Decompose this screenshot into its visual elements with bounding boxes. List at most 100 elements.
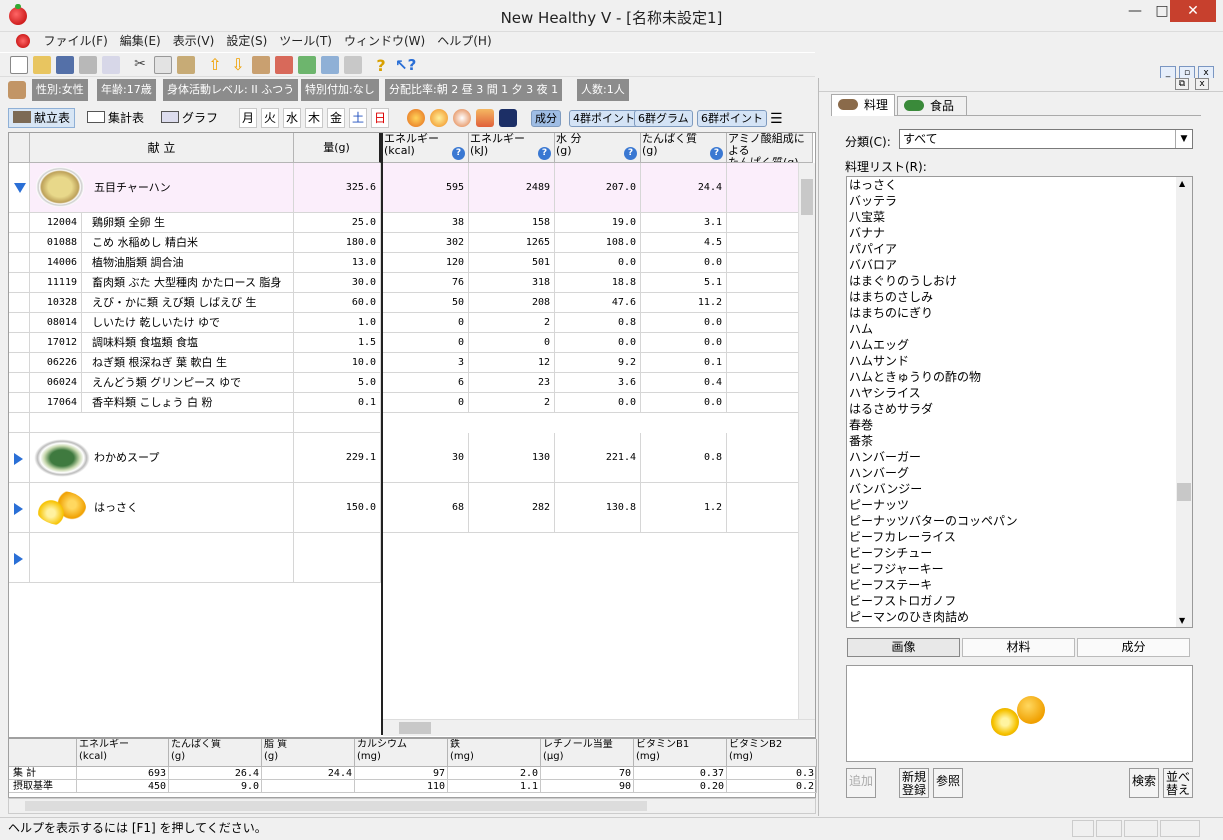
ingredient-nutrient-value[interactable]: 19.0 [555, 213, 641, 233]
context-help-icon[interactable]: ↖? [395, 56, 416, 74]
pill-6group-point[interactable]: 6群ポイント [697, 110, 767, 127]
copy-icon[interactable] [154, 56, 172, 74]
question-icon[interactable]: ? [538, 147, 551, 160]
ingredient-nutrient-value[interactable]: 0.4 [641, 373, 727, 393]
dish-nutrient-value[interactable]: 207.0 [555, 163, 641, 213]
dish-list-item[interactable]: ハヤシライス [847, 385, 1192, 401]
dish-list-item[interactable]: ハムときゅうりの酢の物 [847, 369, 1192, 385]
category-select[interactable]: すべて ▼ [899, 129, 1193, 149]
col-nutrient[interactable]: 水 分 (g)? [555, 133, 641, 163]
ingredient-nutrient-value[interactable]: 4.5 [641, 233, 727, 253]
ingredient-nutrient-value[interactable]: 0.8 [555, 313, 641, 333]
dish-list-item[interactable]: ピーナッツバターのコッペパン [847, 513, 1192, 529]
person-icon[interactable] [252, 56, 270, 74]
dish-list-item[interactable]: ババロア [847, 257, 1192, 273]
col-nutrient[interactable]: アミノ酸組成による たんぱく質(g) [727, 133, 813, 163]
scroll-up-icon[interactable]: ▲ [1179, 179, 1185, 188]
ingredient-nutrient-value[interactable]: 0.1 [641, 353, 727, 373]
row-arrow-cell[interactable] [9, 483, 30, 533]
dish-list-item[interactable]: ピーナッツ [847, 497, 1192, 513]
sort-button[interactable]: 並べ 替え [1163, 768, 1193, 798]
dish-nutrient-value[interactable]: 2489 [469, 163, 555, 213]
ingredient-code[interactable]: 17012 [30, 333, 82, 353]
pill-6group-gram[interactable]: 6群グラム [634, 110, 693, 127]
chevron-down-icon[interactable]: ▼ [1175, 130, 1192, 148]
list-view-icon[interactable]: ☰ [770, 111, 783, 127]
ingredient-code[interactable]: 17064 [30, 393, 82, 413]
new-dish-cell[interactable] [30, 533, 294, 583]
col-menu[interactable]: 献 立 [30, 133, 294, 163]
ingredient-amount[interactable]: 60.0 [294, 293, 381, 313]
question-icon[interactable]: ? [710, 147, 723, 160]
info-age[interactable]: 年齢:17歳 [97, 79, 156, 101]
ingredient-amount[interactable]: 180.0 [294, 233, 381, 253]
ingredient-amount[interactable]: 30.0 [294, 273, 381, 293]
ingredient-code[interactable]: 11119 [30, 273, 82, 293]
print-icon[interactable] [79, 56, 97, 74]
collapsed-arrow-icon[interactable] [14, 453, 23, 465]
ingredient-nutrient-value[interactable]: 0 [383, 313, 469, 333]
ingredient-nutrient-value[interactable]: 9.2 [555, 353, 641, 373]
menu-table-tab[interactable]: 献立表 [8, 108, 76, 128]
info-sex[interactable]: 性別:女性 [32, 79, 88, 101]
calc-icon[interactable] [344, 56, 362, 74]
ingredient-code[interactable]: 12004 [30, 213, 82, 233]
print-preview-icon[interactable] [102, 56, 120, 74]
col-nutrient[interactable]: エネルギー (kcal)? [383, 133, 469, 163]
summary-col-header[interactable]: エネルギー (kcal) [77, 739, 169, 767]
ingredient-name[interactable]: 畜肉類 ぶた 大型種肉 かたロース 脂身 [82, 273, 294, 293]
ingredient-nutrient-value[interactable]: 3 [383, 353, 469, 373]
snack-icon[interactable] [453, 109, 471, 127]
ingredient-code[interactable]: 10328 [30, 293, 82, 313]
ingredient-nutrient-value[interactable]: 318 [469, 273, 555, 293]
question-icon[interactable]: ? [452, 147, 465, 160]
summary-col-header[interactable]: レチノール当量 (μg) [541, 739, 634, 767]
ingredient-nutrient-value[interactable]: 3.6 [555, 373, 641, 393]
ingredient-nutrient-value[interactable]: 108.0 [555, 233, 641, 253]
save-icon[interactable] [56, 56, 74, 74]
ingredient-code[interactable]: 08014 [30, 313, 82, 333]
ingredient-nutrient-value[interactable]: 2 [469, 313, 555, 333]
hscroll-thumb[interactable] [399, 722, 431, 734]
day-sun[interactable]: 日 [371, 108, 389, 128]
summary-col-header[interactable]: 鉄 (mg) [448, 739, 541, 767]
dish-list-item[interactable]: ビーフステーキ [847, 577, 1192, 593]
new-file-icon[interactable] [10, 56, 28, 74]
summary-col-header[interactable]: 脂 質 (g) [262, 739, 355, 767]
new-register-button[interactable]: 新規 登録 [899, 768, 929, 798]
ingredient-amount[interactable]: 25.0 [294, 213, 381, 233]
ingredient-name[interactable]: ねぎ類 根深ねぎ 葉 軟白 生 [82, 353, 294, 373]
ingredient-nutrient-value[interactable]: 5.1 [641, 273, 727, 293]
graph-tab[interactable]: グラフ [156, 108, 223, 128]
ingredient-code[interactable]: 14006 [30, 253, 82, 273]
dish-list-item[interactable]: はっさく [847, 177, 1192, 193]
dish-list-item[interactable]: はまちのにぎり [847, 305, 1192, 321]
scroll-down-icon[interactable]: ▼ [1179, 616, 1185, 625]
move-down-icon[interactable]: ⇩ [229, 56, 247, 74]
open-folder-icon[interactable] [33, 56, 51, 74]
paste-icon[interactable] [177, 56, 195, 74]
dish-list-item[interactable]: バッテラ [847, 193, 1192, 209]
dish-list-item[interactable]: 八宝菜 [847, 209, 1192, 225]
dish-list-item[interactable]: 春巻 [847, 417, 1192, 433]
dish-amount[interactable]: 325.6 [294, 163, 381, 213]
dish-list-item[interactable]: ビーフジャーキー [847, 561, 1192, 577]
menu-item[interactable]: ファイル(F) [38, 32, 114, 50]
doc-icon[interactable] [16, 34, 30, 48]
ingredient-nutrient-value[interactable]: 6 [383, 373, 469, 393]
menu-item[interactable]: ヘルプ(H) [431, 32, 497, 50]
ingredient-name[interactable]: こめ 水稲めし 精白米 [82, 233, 294, 253]
dish-list-scrollbar[interactable]: ▲ ▼ [1176, 177, 1192, 627]
summary-col-header[interactable]: ビタミンB1 (mg) [634, 739, 727, 767]
reference-button[interactable]: 参照 [933, 768, 963, 798]
ingredient-name[interactable]: えび・かに類 えび類 しばえび 生 [82, 293, 294, 313]
dinner-icon[interactable] [476, 109, 494, 127]
new-row-arrow-icon[interactable] [14, 553, 23, 565]
help-icon[interactable]: ? [372, 56, 390, 75]
ingredient-amount[interactable]: 13.0 [294, 253, 381, 273]
ingredient-nutrient-value[interactable]: 11.2 [641, 293, 727, 313]
dish-list-item[interactable]: ビーフカレーライス [847, 529, 1192, 545]
ingredient-nutrient-value[interactable]: 0.0 [641, 333, 727, 353]
menu-item[interactable]: 編集(E) [114, 32, 167, 50]
cut-icon[interactable]: ✂ [131, 56, 149, 74]
